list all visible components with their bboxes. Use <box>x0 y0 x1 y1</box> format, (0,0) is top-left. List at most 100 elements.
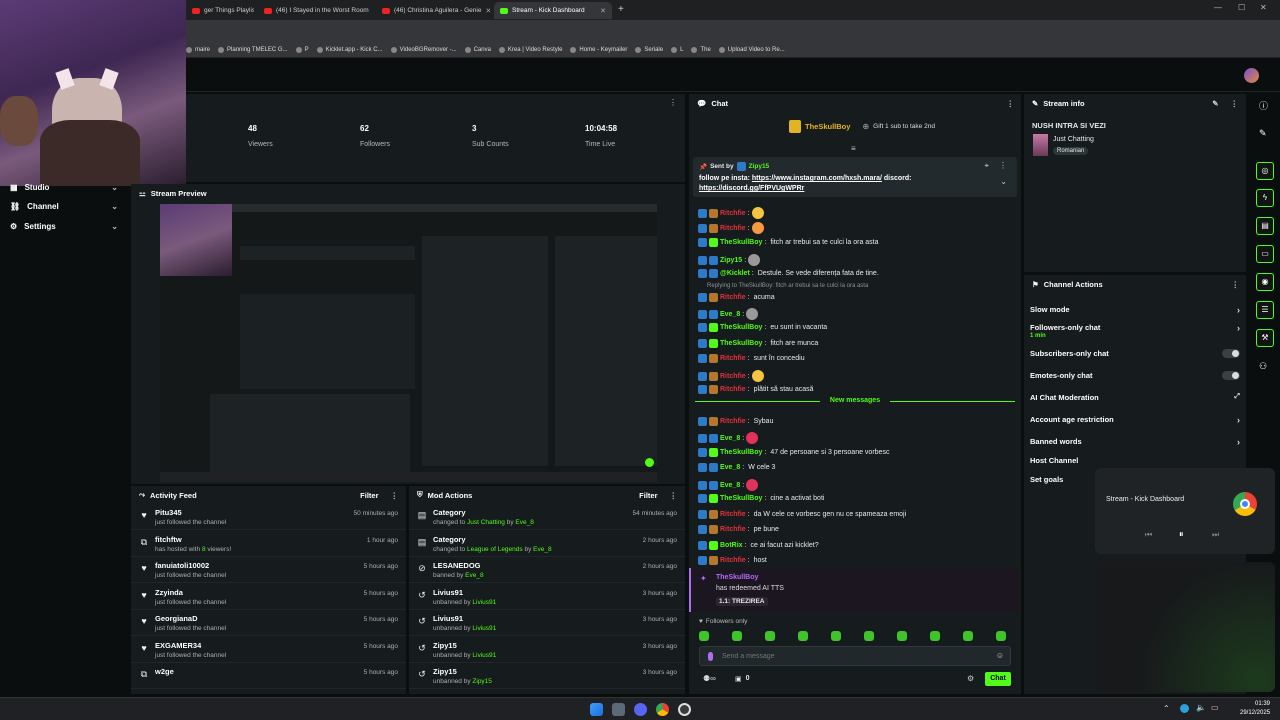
channel-action-item[interactable]: AI Chat Moderation ⤢ <box>1030 393 1240 403</box>
toggle-switch[interactable] <box>1222 349 1240 358</box>
chat-message[interactable]: Eve_8: <box>698 479 759 491</box>
chat-input-box[interactable]: ☺ <box>699 646 1011 666</box>
chat-message[interactable]: TheSkullBoy: cine a activat boti <box>698 494 824 503</box>
rail-info-icon[interactable]: ⓘ <box>1259 99 1268 112</box>
stream-info-menu-icon[interactable]: ⋮ <box>1231 99 1239 108</box>
tray-monitor-icon[interactable]: ▭ <box>1211 703 1219 712</box>
tray-chevron-icon[interactable]: ⌃ <box>1163 704 1170 713</box>
clock-time[interactable]: 01:39 <box>1255 701 1270 707</box>
previous-track-icon[interactable]: ⏮ <box>1145 530 1152 540</box>
chat-message[interactable]: Ritchfie: Sybau <box>698 417 773 426</box>
chat-message[interactable]: TheSkullBoy: fitch are munca <box>698 339 818 348</box>
pin-menu-icon[interactable]: ⋮ <box>999 161 1007 170</box>
rail-tool-icon[interactable]: ⚒ <box>1256 329 1274 347</box>
quick-emote-icon[interactable] <box>864 631 874 641</box>
activity-filter-button[interactable]: Filter <box>360 491 378 500</box>
channel-action-item[interactable]: Host Channel <box>1030 456 1240 466</box>
address-bar[interactable]: ☆ ⋮ <box>0 20 1280 55</box>
sidebar-item-studio[interactable]: ▦ Studio ⌄ <box>10 183 118 192</box>
expand-chevron-icon[interactable]: ⌄ <box>1000 177 1007 186</box>
quick-emote-icon[interactable] <box>732 631 742 641</box>
chat-message[interactable]: Ritchfie: host <box>698 556 767 565</box>
chat-message-input[interactable] <box>722 650 982 663</box>
mod-action-row[interactable]: ↺ Zipy15 unbanned by Zipy15 3 hours ago <box>409 663 685 689</box>
minimize-icon[interactable]: — <box>1214 3 1222 12</box>
quick-emote-icon[interactable] <box>831 631 841 641</box>
channel-actions-menu-icon[interactable]: ⋮ <box>1232 280 1239 289</box>
close-tab-icon[interactable]: ✕ <box>600 7 606 15</box>
chat-send-button[interactable]: Chat <box>985 672 1011 686</box>
channel-action-item[interactable]: Slow mode › <box>1030 305 1240 315</box>
channel-action-item[interactable]: Followers-only chat › 1 min <box>1030 323 1240 341</box>
chat-message[interactable]: Ritchfie: pe bune <box>698 525 779 534</box>
chat-settings-icon[interactable]: ⚙ <box>967 674 974 683</box>
points-icon[interactable]: ⚉∞ <box>703 674 716 683</box>
bookmark-item[interactable]: VideoBGRemover -... <box>390 46 457 53</box>
chat-message[interactable]: TheSkullBoy:47 de persoane si 3 persoane… <box>698 448 889 457</box>
discord-icon[interactable] <box>634 703 647 716</box>
pin-toggle-icon[interactable]: ⌖ <box>984 161 989 171</box>
chat-message[interactable]: BotRix: ce ai facut azi kicklet? <box>698 541 819 550</box>
mod-filter-button[interactable]: Filter <box>639 491 657 500</box>
quick-emote-icon[interactable] <box>798 631 808 641</box>
chat-message[interactable]: Zipy15: <box>698 254 761 266</box>
bookmark-item[interactable]: maire <box>186 46 210 53</box>
chat-menu-icon[interactable]: ⋮ <box>1007 99 1014 108</box>
activity-menu-icon[interactable]: ⋮ <box>391 491 399 500</box>
clock-date[interactable]: 29/12/2025 <box>1240 710 1270 716</box>
quick-emote-icon[interactable] <box>963 631 973 641</box>
chat-message[interactable]: Ritchfie: sunt în concediu <box>698 354 805 363</box>
quick-emote-icon[interactable] <box>930 631 940 641</box>
channel-action-item[interactable]: Emotes-only chat <box>1030 371 1240 381</box>
discord-link[interactable]: https://discord.gg/FfPVUgWPRr <box>699 185 804 192</box>
rail-list-icon[interactable]: ☰ <box>1256 301 1274 319</box>
activity-row[interactable]: ♥ Zzyinda just followed the channel 5 hours… <box>131 584 406 610</box>
start-icon[interactable] <box>590 703 603 716</box>
mod-menu-icon[interactable]: ⋮ <box>670 491 678 500</box>
browser-tab[interactable]: (46) I Stayed in the Worst Room✕ <box>258 2 372 19</box>
stream-preview-video[interactable] <box>160 204 657 482</box>
chrome-taskbar-icon[interactable] <box>656 703 669 716</box>
chat-message[interactable]: Ritchfie: plătit să stau acasă <box>698 385 814 394</box>
maximize-icon[interactable]: ☐ <box>1238 3 1245 12</box>
close-window-icon[interactable]: ✕ <box>1260 3 1267 12</box>
next-track-icon[interactable]: ⏭ <box>1212 530 1219 540</box>
activity-row[interactable]: ⧉ fitchftw has hosted with 8 viewers! 1 hou… <box>131 531 406 557</box>
bookmark-item[interactable]: Home - Keymailer <box>570 46 627 53</box>
channel-action-item[interactable]: Banned words › <box>1030 437 1240 447</box>
browser-tab[interactable]: (46) Christina Aguilera - Genie ✕ <box>376 2 490 19</box>
emoji-icon[interactable]: ☺ <box>996 651 1004 660</box>
activity-row[interactable]: ⧉ w2ge 5 hours ago <box>131 663 406 689</box>
channel-action-item[interactable]: Subscribers-only chat <box>1030 349 1240 359</box>
pause-icon[interactable]: ⏸ <box>1179 529 1184 540</box>
bookmark-item[interactable]: L <box>671 46 683 53</box>
quick-emote-icon[interactable] <box>996 631 1006 641</box>
chat-message[interactable]: Ritchfie: <box>698 222 764 234</box>
bookmark-item[interactable]: Planning TMELEC G... <box>218 46 288 53</box>
activity-row[interactable]: ♥ EXGAMER34 just followed the channel 5 hou… <box>131 637 406 663</box>
mod-action-row[interactable]: ⊘ LESANEDOG banned by Eve_8 2 hours ago <box>409 557 685 583</box>
user-avatar[interactable] <box>1244 68 1259 83</box>
browser-tab[interactable]: ger Things Playlist |✕ <box>186 2 254 19</box>
chat-message[interactable]: TheSkullBoy: eu sunt in vacanta <box>698 323 827 332</box>
bookmark-item[interactable]: Upload Video to Re... <box>718 46 785 53</box>
rail-users-icon[interactable]: ⚇ <box>1259 361 1267 372</box>
tray-volume-icon[interactable]: 🔈 <box>1196 703 1206 712</box>
edit-icon[interactable]: ✎ <box>1212 99 1218 108</box>
close-tab-icon[interactable]: ✕ <box>485 7 490 15</box>
bookmark-item[interactable]: Kicklet.app - Kick C... <box>316 46 383 53</box>
instagram-link[interactable]: https://www.instagram.com/hxsh.mara/ <box>752 175 882 182</box>
mod-action-row[interactable]: ↺ Zipy15 unbanned by Livius91 3 hours ago <box>409 637 685 663</box>
rail-camera-icon[interactable]: ◎ <box>1256 162 1274 180</box>
chat-message[interactable]: Eve_8: <box>698 432 759 444</box>
toggle-switch[interactable] <box>1222 371 1240 380</box>
rail-chat-icon[interactable]: ▭ <box>1256 245 1274 263</box>
activity-row[interactable]: ♥ Pitu345 just followed the channel 50 minu… <box>131 504 406 530</box>
rail-broadcast-icon[interactable]: ◉ <box>1256 273 1274 291</box>
sidebar-item-channel[interactable]: ⛓ Channel ⌄ <box>10 202 118 211</box>
mod-action-row[interactable]: ↺ Livius91 unbanned by Livius91 3 hours ago <box>409 584 685 610</box>
channel-action-item[interactable]: Account age restriction › <box>1030 415 1240 425</box>
chat-message[interactable]: Ritchfie: <box>698 207 764 219</box>
mod-action-row[interactable]: ↺ Livius91 unbanned by Livius91 3 hours ago <box>409 610 685 636</box>
rail-pencil-icon[interactable]: ✎ <box>1259 128 1267 139</box>
